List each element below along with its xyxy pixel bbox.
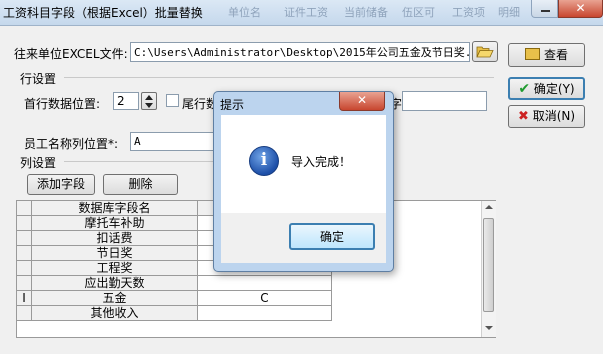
cancel-button[interactable]: ✖ 取消(N): [508, 105, 585, 128]
message-dialog: 提示 ✕ i 导入完成！ 确定: [213, 91, 394, 272]
last-row-checkbox[interactable]: [166, 94, 179, 107]
dialog-message: 导入完成！: [291, 155, 352, 169]
row-marker: [17, 216, 32, 231]
close-button[interactable]: ✕: [558, 0, 603, 18]
row-marker: [17, 261, 32, 276]
view-button-label: 查看: [543, 48, 568, 62]
field-name-cell[interactable]: 摩托车补助: [32, 216, 198, 231]
group-divider: [64, 161, 214, 162]
checkmark-icon: ✔: [518, 81, 531, 97]
window-title-bar: 工资科目字段（根据Excel）批量替换 单位名 证件工资 当前储备 伍区可 工资…: [0, 0, 603, 26]
field-name-cell[interactable]: 其他收入: [32, 306, 198, 321]
scroll-thumb[interactable]: [483, 218, 494, 312]
minimize-button[interactable]: [531, 0, 558, 18]
dialog-close-button[interactable]: ✕: [339, 92, 385, 111]
ok-button-label: 确定(Y): [533, 82, 575, 96]
info-icon: i: [249, 146, 279, 176]
row-marker: [17, 276, 32, 291]
delete-field-button[interactable]: 删除: [103, 174, 178, 195]
first-row-input[interactable]: 2: [113, 92, 139, 110]
browse-folder-button[interactable]: [472, 41, 498, 62]
close-icon: ✕: [356, 93, 368, 107]
name-column-label: 员工名称列位置*:: [24, 137, 119, 151]
background-label: 明细: [498, 6, 520, 19]
column-value-cell[interactable]: [198, 306, 332, 321]
row-marker: [17, 306, 32, 321]
background-label: 证件工资: [284, 6, 328, 19]
background-label: 单位名: [228, 6, 261, 19]
spin-up-icon: [145, 95, 153, 100]
column-value-cell[interactable]: [198, 276, 332, 291]
row-marker: I: [17, 291, 32, 306]
dialog-footer: 确定: [221, 213, 386, 263]
dialog-body: i 导入完成！: [221, 115, 386, 213]
folder-open-icon: [476, 46, 494, 58]
add-field-button[interactable]: 添加字段: [27, 174, 95, 195]
field-name-cell[interactable]: 工程奖: [32, 261, 198, 276]
background-label: 工资项: [452, 6, 485, 19]
row-marker-header: [17, 201, 32, 216]
close-icon: ✕: [575, 1, 586, 15]
first-row-stepper[interactable]: [141, 92, 157, 110]
minimize-icon: [541, 10, 550, 12]
field-name-cell[interactable]: 应出勤天数: [32, 276, 198, 291]
column-header: 数据库字段名: [32, 201, 198, 216]
first-row-label: 首行数据位置:: [24, 97, 101, 111]
folder-icon: [524, 48, 540, 60]
name-column-select[interactable]: A: [130, 132, 214, 151]
column-settings-label: 列设置: [20, 156, 57, 170]
window-title: 工资科目字段（根据Excel）批量替换: [3, 6, 203, 20]
file-label: 往来单位EXCEL文件:: [14, 47, 128, 61]
cancel-button-label: 取消(N): [532, 109, 576, 123]
file-path-input[interactable]: C:\Users\Administrator\Desktop\2015年公司五金…: [130, 42, 470, 62]
scroll-down-icon[interactable]: [485, 326, 493, 330]
hidden-field-input[interactable]: [402, 91, 487, 111]
background-label: 当前储备: [344, 6, 388, 19]
field-name-cell[interactable]: 节日奖: [32, 246, 198, 261]
ok-button[interactable]: ✔ 确定(Y): [508, 77, 585, 100]
cross-icon: ✖: [517, 109, 529, 124]
table-scrollbar[interactable]: [481, 201, 496, 337]
row-settings-label: 行设置: [20, 72, 57, 86]
background-label: 伍区可: [402, 6, 435, 19]
dialog-ok-button[interactable]: 确定: [289, 223, 375, 250]
field-name-cell[interactable]: 扣话费: [32, 231, 198, 246]
table-row[interactable]: 其他收入: [17, 306, 332, 321]
row-marker: [17, 231, 32, 246]
table-row[interactable]: I 五金 C: [17, 291, 332, 306]
column-value-cell[interactable]: C: [198, 291, 332, 306]
view-button[interactable]: 查看: [508, 43, 585, 67]
table-row[interactable]: 应出勤天数: [17, 276, 332, 291]
group-divider: [64, 77, 494, 78]
scroll-up-icon[interactable]: [485, 205, 493, 209]
row-marker: [17, 246, 32, 261]
spin-down-icon: [145, 103, 153, 108]
field-name-cell[interactable]: 五金: [32, 291, 198, 306]
dialog-title: 提示: [220, 98, 245, 112]
